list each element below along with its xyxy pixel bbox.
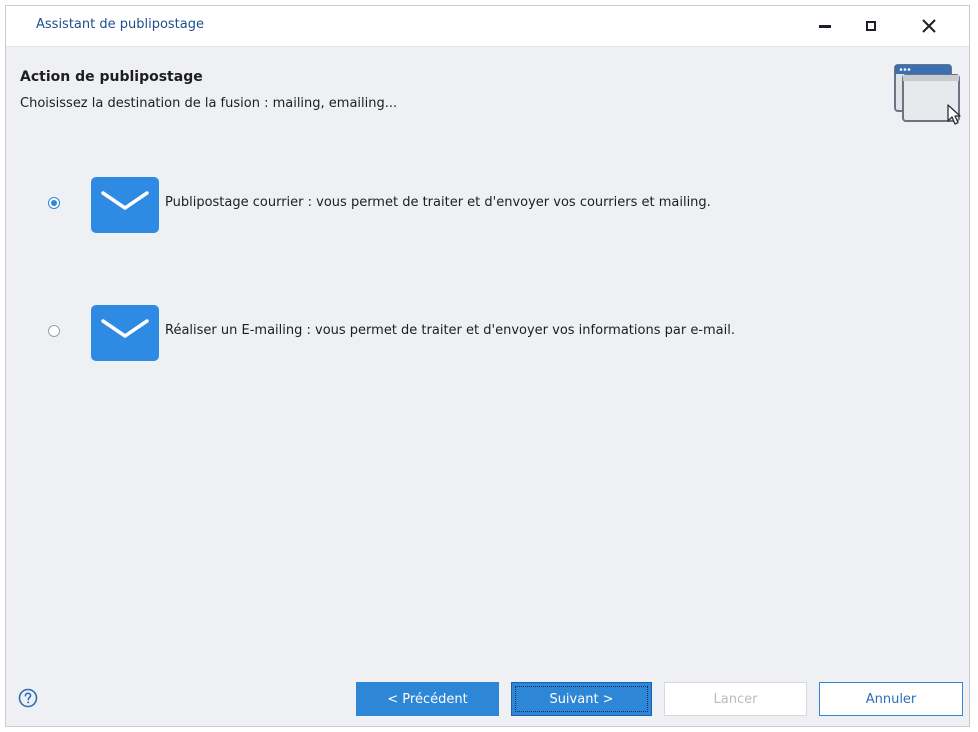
launch-button: Lancer bbox=[664, 682, 807, 716]
focus-ring bbox=[515, 686, 648, 712]
option-emailing[interactable]: Réaliser un E-mailing : vous permet de t… bbox=[46, 305, 926, 361]
maximize-button[interactable] bbox=[849, 6, 893, 46]
maximize-icon bbox=[866, 21, 876, 31]
page-subtitle: Choisissez la destination de la fusion :… bbox=[20, 96, 398, 111]
radio-emailing[interactable] bbox=[48, 325, 60, 337]
option-label: Publipostage courrier : vous permet de t… bbox=[165, 195, 711, 210]
close-icon bbox=[922, 19, 936, 33]
previous-button[interactable]: < Précédent bbox=[356, 682, 499, 716]
minimize-button[interactable] bbox=[803, 6, 847, 46]
page-title: Action de publipostage bbox=[20, 69, 203, 85]
close-button[interactable] bbox=[907, 6, 951, 46]
help-icon[interactable] bbox=[18, 688, 38, 708]
window-cursor-icon bbox=[894, 64, 961, 125]
cancel-button[interactable]: Annuler bbox=[819, 682, 963, 716]
window-title: Assistant de publipostage bbox=[36, 17, 204, 32]
envelope-icon bbox=[91, 305, 159, 361]
next-button[interactable]: Suivant > bbox=[511, 682, 652, 716]
option-label: Réaliser un E-mailing : vous permet de t… bbox=[165, 323, 735, 338]
option-mail-merge-letter[interactable]: Publipostage courrier : vous permet de t… bbox=[46, 177, 926, 233]
title-bar: Assistant de publipostage bbox=[6, 6, 969, 47]
minimize-icon bbox=[819, 24, 831, 28]
wizard-window: Assistant de publipostage Action de publ… bbox=[5, 5, 970, 727]
wizard-content: Action de publipostage Choisissez la des… bbox=[6, 47, 969, 726]
envelope-icon bbox=[91, 177, 159, 233]
radio-mail-merge-letter[interactable] bbox=[48, 197, 60, 209]
